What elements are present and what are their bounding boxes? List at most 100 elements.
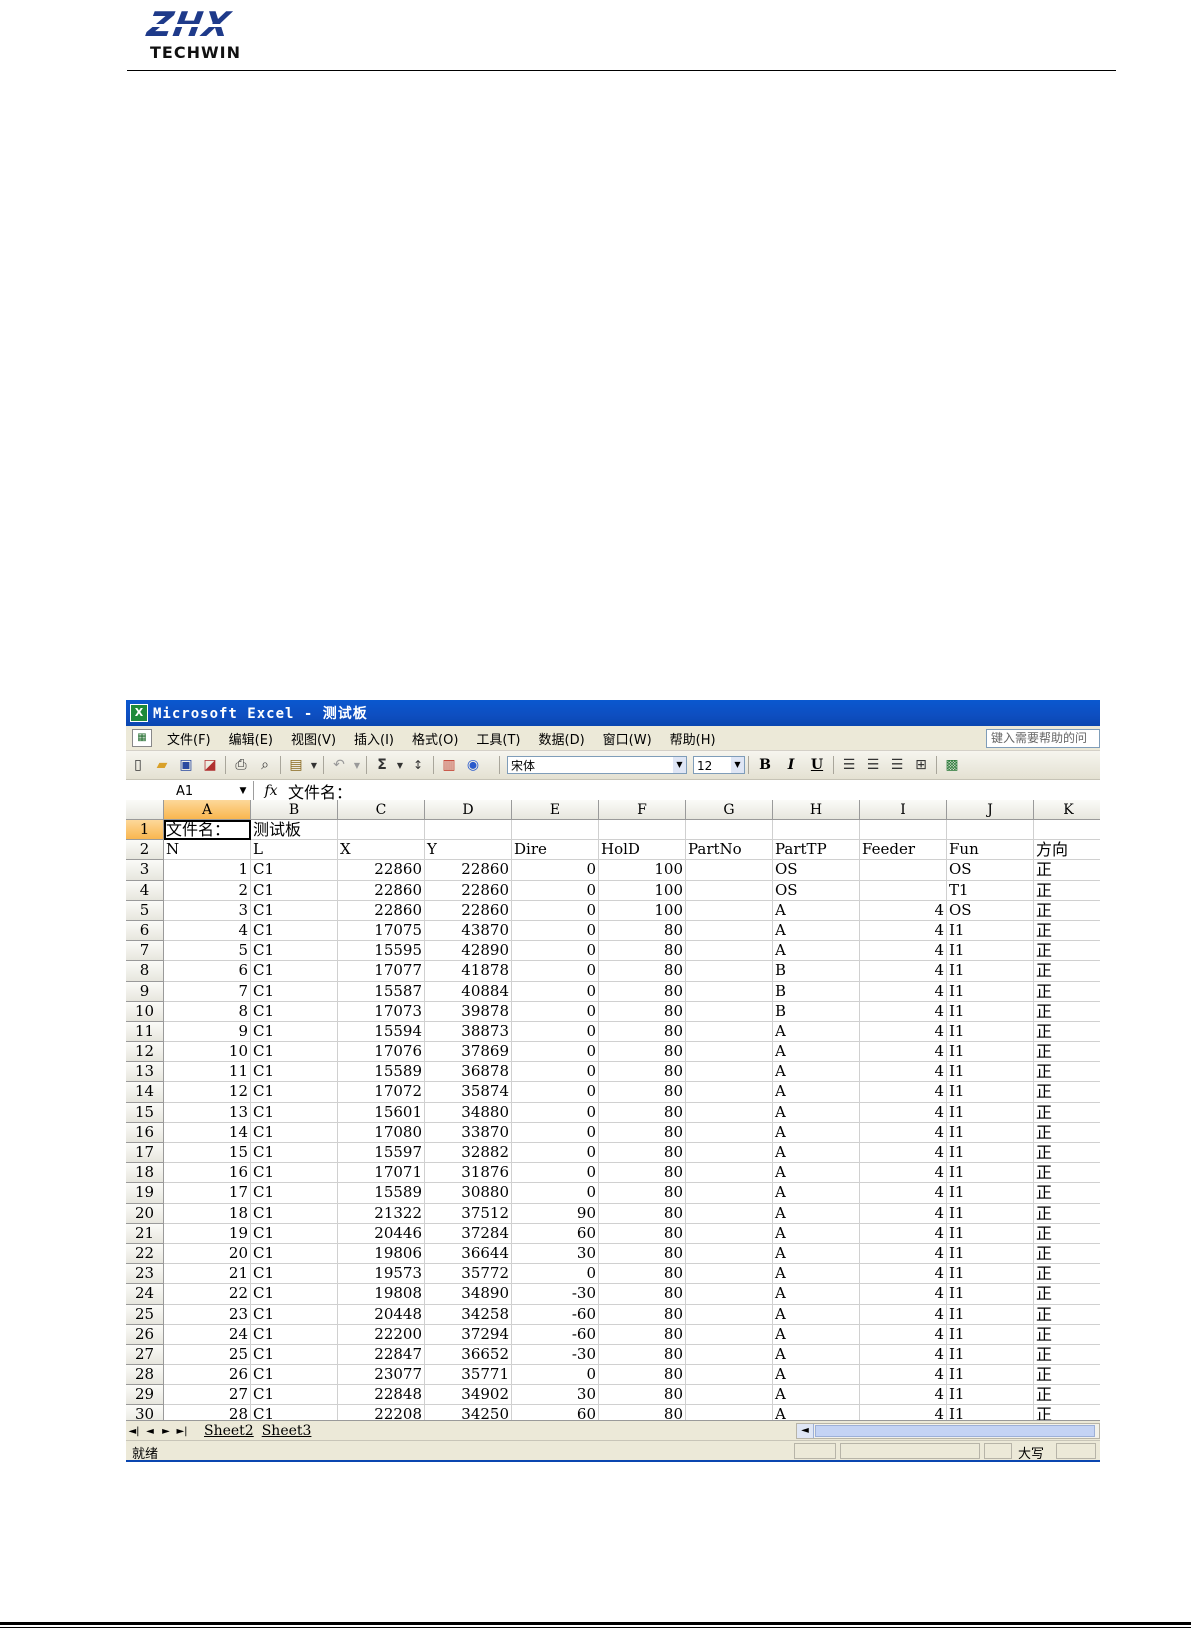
grid-cell[interactable]: PartTP [773,840,860,861]
chevron-down-icon[interactable]: ▼ [731,757,744,773]
grid-cell[interactable]: 0 [512,1082,599,1103]
grid-cell[interactable]: 4 [860,1344,947,1366]
row-header[interactable]: 13 [126,1062,164,1083]
grid-cell[interactable]: A [773,1082,860,1103]
grid-cell[interactable]: 21322 [338,1203,425,1224]
grid-cell[interactable]: 80 [599,1122,686,1143]
row-header[interactable]: 12 [126,1042,164,1063]
grid-cell[interactable]: 15601 [338,1102,425,1123]
grid-cell[interactable]: 80 [599,1223,686,1244]
grid-cell[interactable]: C1 [251,1163,338,1184]
grid-cell[interactable]: 正 [1034,1123,1100,1143]
row-header[interactable]: 1 [126,820,164,841]
grid-cell[interactable]: 正 [1034,1385,1100,1406]
grid-cell[interactable]: 17080 [338,1122,425,1143]
align-left-icon[interactable]: ☰ [839,755,859,775]
grid-cell[interactable]: -60 [512,1324,599,1345]
grid-cell[interactable] [686,1324,773,1345]
grid-cell[interactable]: 5 [164,941,251,962]
sheet-tab-sheet3[interactable]: Sheet3 [258,1423,316,1439]
grid-cell[interactable]: I1 [947,1042,1034,1063]
grid-cell[interactable]: 37284 [425,1223,512,1244]
grid-cell[interactable]: 22847 [338,1344,425,1366]
grid-cell[interactable]: 4 [860,1264,947,1285]
grid-cell[interactable]: 23077 [338,1365,425,1386]
grid-cell[interactable]: 正 [1034,1183,1100,1204]
grid-cell[interactable] [686,1122,773,1143]
grid-cell[interactable]: 16 [164,1163,251,1184]
grid-cell[interactable]: OS [773,860,860,881]
grid-cell[interactable]: 正 [1034,1002,1100,1022]
row-header[interactable]: 28 [126,1365,164,1386]
italic-button[interactable]: I [780,755,802,775]
grid-cell[interactable] [860,860,947,881]
grid-cell[interactable]: 2 [164,880,251,901]
grid-cell[interactable]: 10 [164,1042,251,1063]
grid-cell[interactable]: 正 [1034,1204,1100,1224]
grid-cell[interactable]: C1 [251,1385,338,1406]
row-header[interactable]: 2 [126,840,164,861]
grid-cell[interactable]: C1 [251,1203,338,1224]
grid-cell[interactable]: 25 [164,1344,251,1366]
row-header[interactable]: 7 [126,941,164,962]
grid-cell[interactable]: 22200 [338,1324,425,1345]
column-header-g[interactable]: G [686,800,773,820]
grid-cell[interactable]: 80 [599,1163,686,1184]
grid-cell[interactable]: 80 [599,1082,686,1103]
grid-cell[interactable]: I1 [947,1183,1034,1204]
grid-cell[interactable] [686,1001,773,1022]
grid-cell[interactable]: 60 [512,1405,599,1420]
grid-cell[interactable]: 4 [860,1324,947,1345]
grid-cell[interactable] [686,1183,773,1204]
grid-cell[interactable]: 15 [164,1143,251,1164]
currency-icon[interactable]: ▩ [942,755,962,775]
grid-cell[interactable] [686,981,773,1002]
grid-cell[interactable] [686,1385,773,1406]
grid-cell[interactable]: A [773,920,860,942]
grid-cell[interactable]: 4 [860,1223,947,1244]
open-folder-icon[interactable]: ▰ [152,755,172,775]
grid-cell[interactable]: A [773,1385,860,1406]
grid-cell[interactable]: 4 [860,1062,947,1083]
grid-cell[interactable]: 41878 [425,961,512,982]
grid-cell[interactable]: 4 [860,900,947,921]
grid-cell[interactable]: C1 [251,1365,338,1386]
grid-cell[interactable]: 15597 [338,1143,425,1164]
grid-cell[interactable] [686,1062,773,1083]
grid-cell[interactable]: 15595 [338,941,425,962]
grid-cell[interactable]: OS [773,880,860,901]
grid-cell[interactable]: 22860 [425,860,512,881]
row-header[interactable]: 16 [126,1122,164,1143]
grid-cell[interactable]: 36644 [425,1243,512,1265]
grid-cell[interactable] [686,1243,773,1265]
print-preview-icon[interactable]: ⌕ [255,755,275,775]
grid-cell[interactable]: 4 [860,1183,947,1204]
grid-cell[interactable]: 19808 [338,1284,425,1305]
grid-cell[interactable]: B [773,981,860,1002]
row-header[interactable]: 26 [126,1324,164,1345]
prev-sheet-icon[interactable]: ◄ [142,1426,158,1437]
row-header[interactable]: 22 [126,1243,164,1265]
grid-cell[interactable]: C1 [251,1143,338,1164]
grid-cell[interactable]: -30 [512,1344,599,1366]
help-icon[interactable]: ◉ [463,755,483,775]
grid-cell[interactable]: I1 [947,1163,1034,1184]
grid-cell[interactable]: Fun [947,840,1034,861]
menu-data[interactable]: 数据(D) [530,729,594,748]
column-header-d[interactable]: D [425,800,512,820]
row-header[interactable]: 6 [126,920,164,942]
menu-format[interactable]: 格式(O) [403,729,467,748]
grid-cell[interactable] [686,1203,773,1224]
grid-cell[interactable]: C1 [251,1021,338,1043]
scroll-left-icon[interactable]: ◄ [797,1424,814,1438]
grid-cell[interactable]: 22860 [425,880,512,901]
grid-cell[interactable]: C1 [251,961,338,982]
grid-cell[interactable]: 30 [512,1243,599,1265]
grid-cell[interactable]: 30 [512,1385,599,1406]
grid-cell[interactable]: 4 [860,1143,947,1164]
grid-cell[interactable]: 0 [512,880,599,901]
grid-cell[interactable]: C1 [251,1304,338,1325]
grid-cell[interactable]: PartNo [686,840,773,861]
grid-cell[interactable]: Y [425,840,512,861]
grid-cell[interactable]: 0 [512,1062,599,1083]
